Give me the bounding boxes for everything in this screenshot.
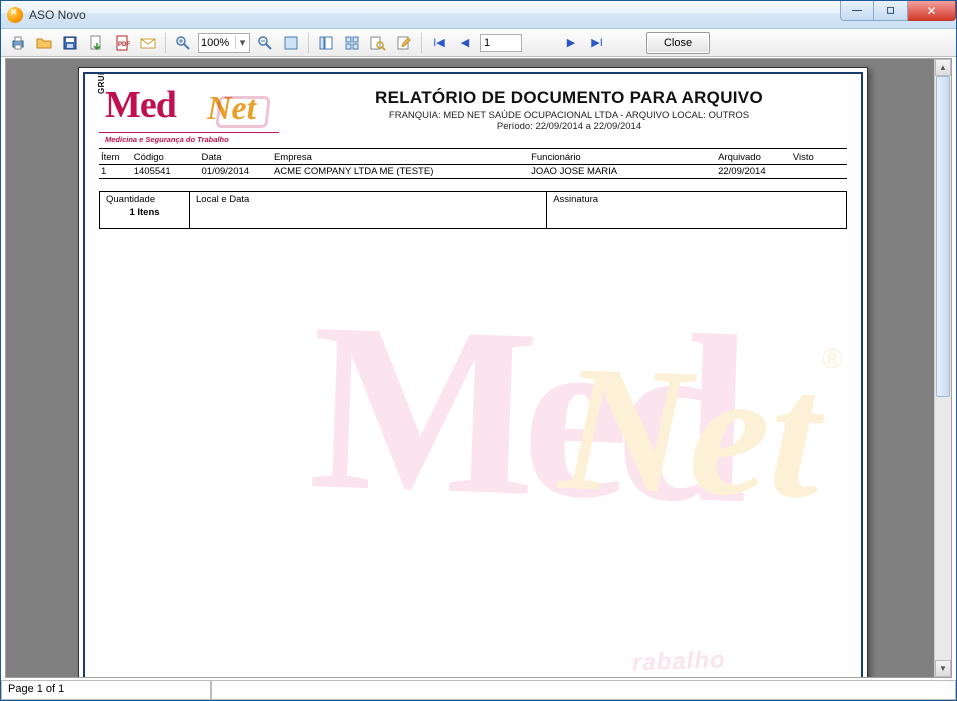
toolbar-separator	[165, 33, 166, 53]
scroll-track[interactable]	[935, 76, 951, 660]
col-visto: Visto	[791, 151, 847, 165]
cell-data: 01/09/2014	[200, 165, 272, 179]
zoom-out-button[interactable]	[254, 32, 276, 54]
vertical-scrollbar[interactable]: ▲ ▼	[934, 59, 951, 677]
quantidade-label: Quantidade	[106, 194, 183, 205]
cell-arquivado: 22/09/2014	[716, 165, 791, 179]
report-subtitle-1: FRANQUIA: MED NET SAÚDE OCUPACIONAL LTDA…	[291, 110, 847, 121]
page-input[interactable]	[480, 34, 522, 52]
cell-item: 1	[99, 165, 132, 179]
status-bar: Page 1 of 1	[1, 680, 956, 700]
window-title: ASO Novo	[29, 8, 840, 22]
report-subtitle-2: Período: 22/09/2014 a 22/09/2014	[291, 121, 847, 132]
table-header-row: Ítem Código Data Empresa Funcionário Arq…	[99, 151, 847, 165]
search-button[interactable]	[367, 32, 389, 54]
col-codigo: Código	[132, 151, 200, 165]
cell-funcionario: JOAO JOSE MARIA	[529, 165, 716, 179]
export-pdf-button[interactable]: PDF	[111, 32, 133, 54]
report-title: RELATÓRIO DE DOCUMENTO PARA ARQUIVO	[291, 88, 847, 108]
report-title-block: RELATÓRIO DE DOCUMENTO PARA ARQUIVO FRAN…	[291, 88, 847, 142]
outline-button[interactable]	[315, 32, 337, 54]
print-button[interactable]	[7, 32, 29, 54]
prev-page-button[interactable]: ◀	[454, 32, 476, 54]
cell-empresa: ACME COMPANY LTDA ME (TESTE)	[272, 165, 529, 179]
watermark-med: Med	[307, 305, 834, 523]
svg-text:PDF: PDF	[118, 42, 130, 48]
report-page-inner: GRUPO Med Net Medicina e Segurança do Tr…	[83, 72, 863, 678]
zoom-in-button[interactable]	[172, 32, 194, 54]
local-cell: Local e Data	[190, 192, 547, 228]
col-funcionario: Funcionário	[529, 151, 716, 165]
titlebar: ASO Novo — ◻ ✕	[1, 1, 956, 29]
save-button[interactable]	[59, 32, 81, 54]
toolbar: PDF ▾ I◀ ◀ ▶ ▶I Close	[1, 29, 956, 57]
quantidade-value: 1 Itens	[106, 207, 183, 218]
quantidade-cell: Quantidade 1 Itens	[100, 192, 190, 228]
first-page-button[interactable]: I◀	[428, 32, 450, 54]
window-frame: ASO Novo — ◻ ✕ PDF ▾ I◀ ◀ ▶ ▶I	[0, 0, 957, 701]
status-empty	[211, 681, 956, 700]
preview-area: GRUPO Med Net Medicina e Segurança do Tr…	[5, 58, 952, 678]
last-page-button[interactable]: ▶I	[586, 32, 608, 54]
watermark-reg: ®	[821, 343, 843, 376]
report-header: GRUPO Med Net Medicina e Segurança do Tr…	[99, 88, 847, 142]
toolbar-separator-2	[308, 33, 309, 53]
report-table: Ítem Código Data Empresa Funcionário Arq…	[99, 151, 847, 179]
zoom-input[interactable]	[199, 36, 235, 50]
header-divider	[99, 148, 847, 149]
export-doc-button[interactable]	[85, 32, 107, 54]
watermark-tag: rabalho	[632, 646, 727, 677]
open-button[interactable]	[33, 32, 55, 54]
col-empresa: Empresa	[272, 151, 529, 165]
close-button[interactable]: Close	[646, 32, 710, 54]
toolbar-separator-3	[421, 33, 422, 53]
scroll-up-button[interactable]: ▲	[935, 59, 951, 76]
logo-divider	[99, 132, 279, 133]
scroll-thumb[interactable]	[936, 76, 950, 397]
edit-button[interactable]	[393, 32, 415, 54]
maximize-button[interactable]: ◻	[874, 1, 908, 21]
mail-button[interactable]	[137, 32, 159, 54]
thumbnails-button[interactable]	[341, 32, 363, 54]
window-close-button[interactable]: ✕	[908, 1, 956, 21]
scroll-down-button[interactable]: ▼	[935, 660, 951, 677]
assinatura-cell: Assinatura	[547, 192, 846, 228]
next-page-button[interactable]: ▶	[560, 32, 582, 54]
col-data: Data	[200, 151, 272, 165]
app-icon	[7, 7, 23, 23]
window-buttons: — ◻ ✕	[840, 1, 956, 28]
assinatura-label: Assinatura	[553, 194, 840, 205]
watermark-logo: ® Med Net rabalho	[296, 305, 834, 678]
minimize-button[interactable]: —	[840, 1, 874, 21]
col-arquivado: Arquivado	[716, 151, 791, 165]
logo-tagline: Medicina e Segurança do Trabalho	[105, 135, 229, 144]
logo-net-text: Net	[207, 90, 256, 128]
cell-codigo: 1405541	[132, 165, 200, 179]
watermark-net: Net	[557, 324, 824, 540]
fullpage-button[interactable]	[280, 32, 302, 54]
signature-box: Quantidade 1 Itens Local e Data Assinatu…	[99, 191, 847, 229]
logo: GRUPO Med Net Medicina e Segurança do Tr…	[99, 88, 279, 142]
zoom-dropdown-icon[interactable]: ▾	[235, 36, 249, 49]
logo-med-text: Med	[105, 88, 176, 122]
cell-visto	[791, 165, 847, 179]
local-label: Local e Data	[196, 194, 540, 205]
col-item: Ítem	[99, 151, 132, 165]
report-page: GRUPO Med Net Medicina e Segurança do Tr…	[78, 67, 868, 678]
status-page-of: Page 1 of 1	[1, 681, 211, 700]
table-row: 1 1405541 01/09/2014 ACME COMPANY LTDA M…	[99, 165, 847, 179]
zoom-combo[interactable]: ▾	[198, 33, 250, 53]
